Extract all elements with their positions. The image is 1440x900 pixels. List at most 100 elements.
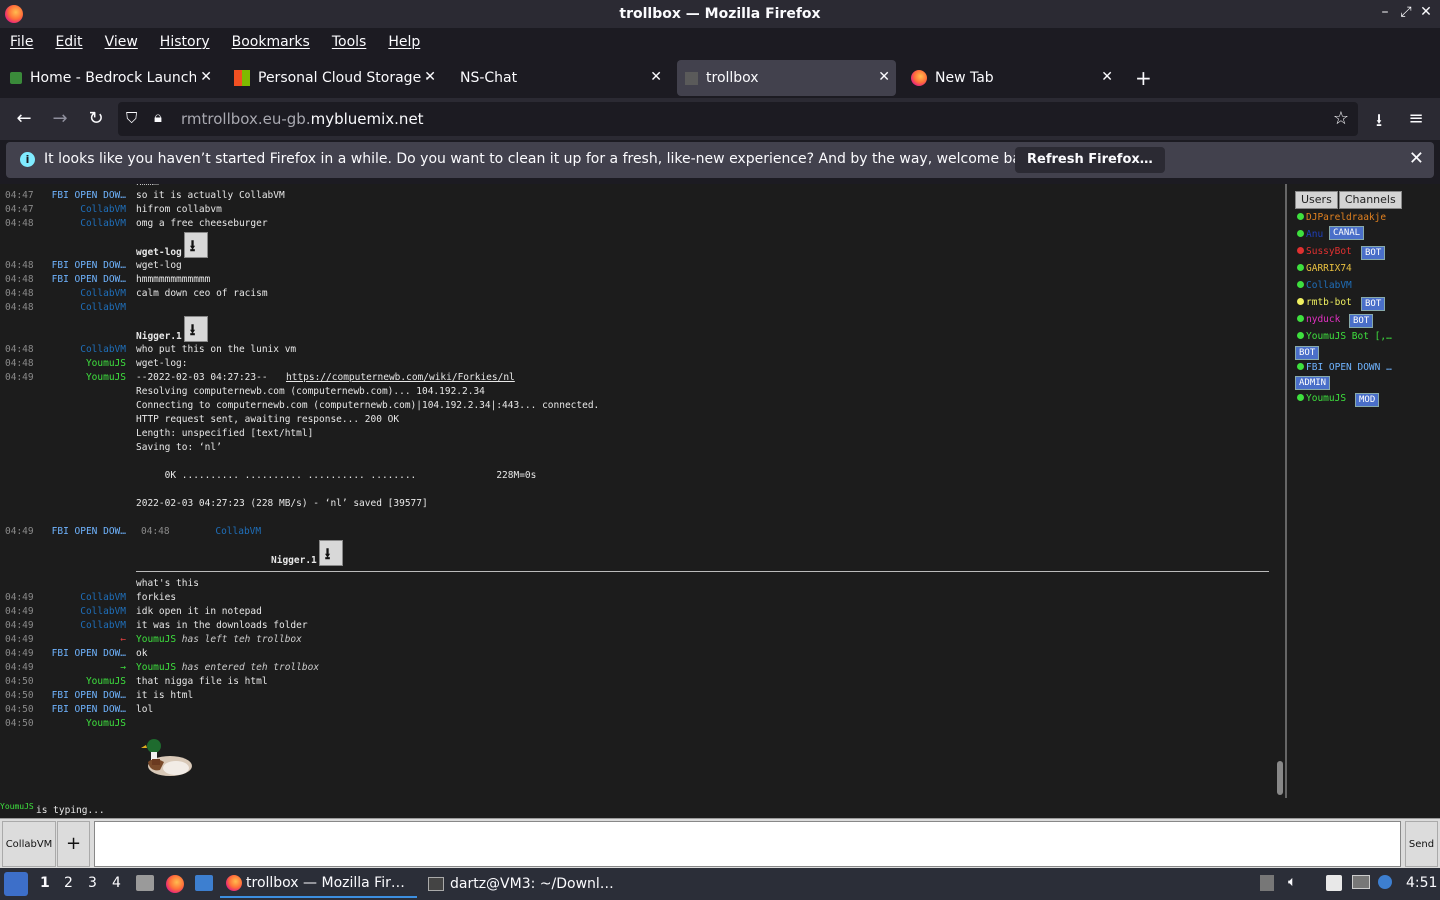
shield-icon[interactable]: ⛉	[126, 109, 137, 127]
workspace-4[interactable]: 4	[112, 875, 121, 891]
user-entry[interactable]: nyduck	[1297, 313, 1340, 327]
menu-edit[interactable]: Edit	[55, 34, 82, 50]
nickname[interactable]: YoumuJS	[0, 357, 126, 371]
workspace-3[interactable]: 3	[88, 875, 97, 891]
file-name: wget-log	[136, 247, 182, 258]
chat-scrollbar[interactable]	[1277, 761, 1283, 795]
tab-cloud-storage[interactable]: Personal Cloud Storage - ✕	[226, 60, 442, 96]
file-manager-icon[interactable]	[136, 875, 154, 891]
bookmark-star-icon[interactable]: ☆	[1329, 108, 1353, 129]
nickname[interactable]: FBI OPEN DOW…	[0, 525, 126, 539]
tray-notes-icon[interactable]	[1326, 875, 1342, 891]
taskbar-window-terminal[interactable]: dartz@VM3: ~/Downl…	[422, 870, 622, 898]
file-attachment[interactable]: Nigger.1	[136, 314, 208, 346]
nickname[interactable]: FBI OPEN DOW…	[0, 259, 126, 273]
restore-icon[interactable]: ⤢	[1396, 4, 1416, 20]
close-window-icon[interactable]: ✕	[1416, 4, 1436, 20]
lock-icon[interactable]: 🔒︎	[154, 108, 162, 126]
close-tab-icon[interactable]: ✕	[1101, 69, 1113, 85]
tab-users[interactable]: Users	[1295, 191, 1338, 209]
nickname[interactable]: CollabVM	[0, 343, 126, 357]
log-line: Saving to: ‘nl’	[136, 441, 222, 455]
user-entry[interactable]: YoumuJS Bot [,…	[1297, 330, 1392, 344]
reload-icon[interactable]: ↻	[84, 108, 108, 129]
desktop-icon[interactable]	[195, 875, 213, 891]
close-tab-icon[interactable]: ✕	[650, 69, 662, 85]
file-attachment[interactable]: wget-log	[136, 230, 208, 262]
nickname[interactable]: FBI OPEN DOW…	[0, 273, 126, 287]
notice-nick: YoumuJS	[136, 662, 177, 673]
close-tab-icon[interactable]: ✕	[200, 69, 212, 85]
close-notification-icon[interactable]: ✕	[1409, 148, 1424, 169]
send-button[interactable]: Send	[1405, 821, 1438, 867]
hamburger-menu-icon[interactable]: ≡	[1404, 108, 1428, 129]
tab-trollbox[interactable]: trollbox ✕	[677, 60, 896, 96]
new-tab-plus-icon[interactable]: +	[1135, 66, 1152, 90]
nickname[interactable]: →	[0, 661, 126, 675]
download-icon[interactable]	[318, 540, 343, 570]
chat-row: 04:48 CollabVM omg a free cheeseburger	[0, 217, 1280, 231]
user-entry[interactable]: YoumuJS	[1297, 392, 1346, 406]
nickname[interactable]: YoumuJS	[0, 675, 126, 689]
user-entry[interactable]: CollabVM	[1297, 279, 1352, 293]
chat-link[interactable]: https://computernewb.com/wiki/Forkies/nl	[286, 371, 515, 385]
menu-bookmarks[interactable]: Bookmarks	[232, 34, 310, 50]
nickname[interactable]: CollabVM	[0, 301, 126, 315]
close-tab-icon[interactable]: ✕	[424, 69, 436, 85]
refresh-firefox-button[interactable]: Refresh Firefox…	[1015, 147, 1165, 173]
menu-view[interactable]: View	[105, 34, 138, 50]
nickname[interactable]: FBI OPEN DOW…	[0, 189, 126, 203]
network-icon[interactable]	[1352, 875, 1370, 889]
menu-file[interactable]: File	[10, 34, 33, 50]
message-input[interactable]	[94, 821, 1401, 867]
user-entry[interactable]: rmtb-bot	[1297, 296, 1352, 310]
start-menu-icon[interactable]	[4, 872, 28, 896]
nickname[interactable]: FBI OPEN DOW…	[0, 647, 126, 661]
workspace-1[interactable]: 1	[40, 875, 50, 891]
tab-new-tab[interactable]: New Tab ✕	[903, 60, 1119, 96]
chat-log[interactable]: hmmm 04:47FBI OPEN DOW…so it is actually…	[0, 184, 1287, 798]
forward-arrow-icon[interactable]: →	[48, 108, 72, 129]
nickname[interactable]: CollabVM	[0, 217, 126, 231]
file-attachment[interactable]: Nigger.1	[271, 538, 343, 570]
tray-clipboard-icon[interactable]	[1260, 875, 1274, 891]
menu-history[interactable]: History	[160, 34, 210, 50]
tab-bedrock[interactable]: Home - Bedrock Launche ✕	[2, 60, 218, 96]
close-tab-icon[interactable]: ✕	[878, 69, 890, 85]
nickname[interactable]: CollabVM	[0, 619, 126, 633]
user-entry[interactable]: Anu	[1297, 228, 1323, 242]
taskbar-window-firefox[interactable]: trollbox — Mozilla Fir…	[220, 870, 417, 898]
room-button[interactable]: CollabVM	[2, 821, 56, 867]
downloads-icon[interactable]: ⭳	[1367, 108, 1391, 138]
user-entry[interactable]: FBI OPEN DOWN …	[1297, 361, 1392, 375]
notice-nick: YoumuJS	[136, 634, 177, 645]
download-icon[interactable]	[183, 232, 208, 262]
updates-icon[interactable]	[1378, 875, 1392, 889]
user-entry[interactable]: DJPareldraakje	[1297, 211, 1386, 225]
workspace-2[interactable]: 2	[64, 875, 73, 891]
back-arrow-icon[interactable]: ←	[12, 108, 36, 129]
nickname[interactable]: FBI OPEN DOW…	[0, 689, 126, 703]
user-badge: BOT	[1349, 314, 1374, 328]
nickname[interactable]: CollabVM	[0, 287, 126, 301]
nickname[interactable]: YoumuJS	[0, 717, 126, 731]
tab-channels[interactable]: Channels	[1338, 191, 1402, 209]
nickname[interactable]: FBI OPEN DOW…	[0, 703, 126, 717]
menu-help[interactable]: Help	[388, 34, 420, 50]
link[interactable]: https://computernewb.com/wiki/Forkies/nl	[286, 372, 515, 383]
user-entry[interactable]: GARRIX74	[1297, 262, 1352, 276]
nickname[interactable]: CollabVM	[0, 605, 126, 619]
minimize-icon[interactable]: –	[1375, 4, 1395, 20]
firefox-launcher-icon[interactable]	[166, 875, 184, 893]
nickname[interactable]: ←	[0, 633, 126, 647]
add-room-button[interactable]: +	[57, 821, 90, 867]
url-bar[interactable]: ⛉ 🔒︎ rmtrollbox.eu-gb.mybluemix.net	[118, 102, 1358, 136]
nickname[interactable]: YoumuJS	[0, 371, 126, 385]
download-icon[interactable]	[183, 316, 208, 346]
menu-tools[interactable]: Tools	[332, 34, 367, 50]
volume-icon[interactable]: 🔈︎	[1288, 874, 1296, 890]
nickname[interactable]: CollabVM	[0, 591, 126, 605]
tab-ns-chat[interactable]: NS-Chat ✕	[452, 60, 668, 96]
user-entry[interactable]: SussyBot	[1297, 245, 1352, 259]
nickname[interactable]: CollabVM	[0, 203, 126, 217]
